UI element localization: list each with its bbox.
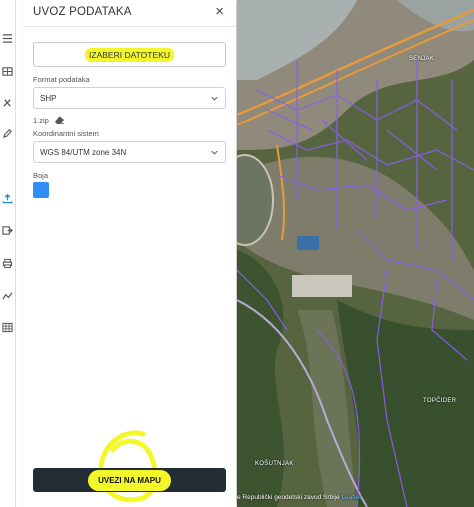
measure-button[interactable] bbox=[1, 290, 14, 302]
map-attribution: e Republički geodetski zavod Srbije Leaf… bbox=[237, 494, 361, 501]
crs-select[interactable]: WGS 84/UTM zone 34N bbox=[33, 141, 226, 163]
chevron-down-icon bbox=[211, 96, 218, 101]
place-label-topcider: TOPČIDER bbox=[423, 398, 457, 404]
import-data-panel: UVOZ PODATAKA × IZABERI DATOTEKU Format … bbox=[23, 0, 236, 507]
upload-icon bbox=[2, 193, 13, 203]
highlight-scribble bbox=[98, 430, 158, 503]
print-button[interactable] bbox=[1, 257, 14, 269]
panel-title: UVOZ PODATAKA bbox=[33, 6, 132, 18]
left-toolbar bbox=[0, 0, 16, 507]
selected-file-row: 1.zip bbox=[33, 115, 65, 125]
chevron-down-icon bbox=[211, 150, 218, 155]
format-select[interactable]: SHP bbox=[33, 87, 226, 109]
color-swatch[interactable] bbox=[33, 182, 49, 198]
satellite-imagery bbox=[237, 0, 474, 507]
eraser-icon[interactable] bbox=[54, 115, 65, 125]
color-label: Boja bbox=[33, 171, 49, 180]
grid-icon bbox=[2, 322, 13, 332]
choose-file-label: IZABERI DATOTEKU bbox=[85, 47, 174, 62]
place-label-senjak: SENJAK bbox=[409, 56, 435, 62]
panel-divider bbox=[23, 26, 236, 27]
crs-value: WGS 84/UTM zone 34N bbox=[40, 147, 127, 157]
export-icon bbox=[2, 225, 13, 235]
tools-button[interactable] bbox=[1, 96, 14, 108]
export-button[interactable] bbox=[1, 224, 14, 236]
list-tool-button[interactable] bbox=[1, 32, 14, 44]
format-label: Format podataka bbox=[33, 75, 90, 84]
print-icon bbox=[2, 258, 13, 268]
layers-grid-icon bbox=[2, 66, 13, 76]
map-view[interactable]: SENJAK TOPČIDER KOŠUTNJAK e Republički g… bbox=[237, 0, 474, 507]
pencil-icon bbox=[2, 128, 12, 138]
file-name: 1.zip bbox=[33, 115, 49, 125]
place-label-kosutnjak: KOŠUTNJAK bbox=[255, 461, 294, 467]
upload-to-map-button[interactable]: UVEZI NA MAPU bbox=[33, 468, 226, 492]
grid-tool-button[interactable] bbox=[1, 321, 14, 333]
crs-label: Koordinantni sistem bbox=[33, 129, 99, 138]
measure-icon bbox=[2, 291, 13, 300]
import-data-button[interactable] bbox=[1, 192, 14, 204]
attribution-link[interactable]: Leaflet bbox=[341, 494, 361, 501]
list-icon bbox=[2, 33, 13, 43]
layers-tool-button[interactable] bbox=[1, 65, 14, 77]
upload-label: UVEZI NA MAPU bbox=[88, 469, 171, 491]
attribution-text: e Republički geodetski zavod Srbije bbox=[237, 494, 340, 501]
choose-file-button[interactable]: IZABERI DATOTEKU bbox=[33, 42, 226, 67]
tools-icon bbox=[3, 98, 11, 107]
format-value: SHP bbox=[40, 93, 57, 103]
draw-button[interactable] bbox=[1, 127, 14, 139]
close-icon[interactable]: × bbox=[215, 3, 224, 20]
